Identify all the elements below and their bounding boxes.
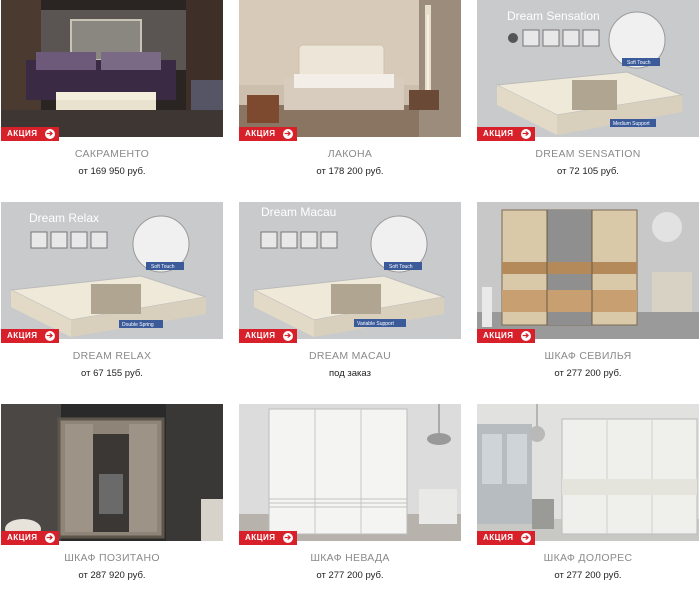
product-price: от 169 950 руб. <box>78 166 146 177</box>
product-price: от 67 155 руб. <box>81 368 143 379</box>
product-price: от 277 200 руб. <box>554 368 622 379</box>
svg-text:Double Spring: Double Spring <box>122 322 154 328</box>
arrow-right-icon: ➔ <box>45 129 55 139</box>
product-price: от 277 200 руб. <box>316 570 384 581</box>
bedroom-photo <box>1 0 223 137</box>
product-image[interactable] <box>1 0 223 137</box>
promo-badge[interactable]: АКЦИЯ ➔ <box>477 127 535 141</box>
product-card-pozitano[interactable]: АКЦИЯ ➔ ШКАФ ПОЗИТАНО от 287 920 руб. <box>1 404 223 598</box>
image-title: Dream Sensation <box>507 9 600 23</box>
product-name[interactable]: ШКАФ НЕВАДА <box>239 552 461 564</box>
product-card-dolores[interactable]: АКЦИЯ ➔ ШКАФ ДОЛОРЕС от 277 200 руб. <box>477 404 699 598</box>
product-image[interactable] <box>1 404 223 541</box>
product-image[interactable] <box>239 404 461 541</box>
wardrobe-photo <box>1 404 223 541</box>
arrow-right-icon: ➔ <box>521 129 531 139</box>
product-card-sevilya[interactable]: АКЦИЯ ➔ ШКАФ СЕВИЛЬЯ от 277 200 руб. <box>477 202 699 396</box>
arrow-right-icon: ➔ <box>45 533 55 543</box>
promo-badge[interactable]: АКЦИЯ ➔ <box>239 127 297 141</box>
product-card-nevada[interactable]: АКЦИЯ ➔ ШКАФ НЕВАДА от 277 200 руб. <box>239 404 461 598</box>
product-image[interactable] <box>477 404 699 541</box>
product-name[interactable]: ЛАКОНА <box>239 148 461 160</box>
product-name[interactable]: ШКАФ ПОЗИТАНО <box>1 552 223 564</box>
arrow-right-icon: ➔ <box>521 331 531 341</box>
product-name[interactable]: DREAM RELAX <box>1 350 223 362</box>
product-price: от 287 920 руб. <box>78 570 146 581</box>
wardrobe-photo <box>477 202 699 339</box>
arrow-right-icon: ➔ <box>521 533 531 543</box>
product-card-dream-relax[interactable]: Dream Relax Soft Touch Double Spring АКЦ… <box>1 202 223 396</box>
product-image[interactable] <box>239 0 461 137</box>
promo-badge[interactable]: АКЦИЯ ➔ <box>239 531 297 545</box>
product-price: от 277 200 руб. <box>554 570 622 581</box>
promo-badge[interactable]: АКЦИЯ ➔ <box>239 329 297 343</box>
mattress-diagram: Dream Sensation Soft Touch Medium Suppor… <box>477 0 699 137</box>
product-name[interactable]: ШКАФ СЕВИЛЬЯ <box>477 350 699 362</box>
image-title: Dream Relax <box>29 211 99 225</box>
svg-text:Medium Support: Medium Support <box>613 121 650 127</box>
product-card-dream-macau[interactable]: Dream Macau Soft Touch Variable Support … <box>239 202 461 396</box>
product-image[interactable]: Dream Macau Soft Touch Variable Support <box>239 202 461 339</box>
product-image[interactable]: Dream Relax Soft Touch Double Spring <box>1 202 223 339</box>
mattress-diagram: Dream Relax Soft Touch Double Spring <box>1 202 223 339</box>
product-image[interactable] <box>477 202 699 339</box>
product-card-lakona[interactable]: АКЦИЯ ➔ ЛАКОНА от 178 200 руб. <box>239 0 461 194</box>
arrow-right-icon: ➔ <box>45 331 55 341</box>
product-name[interactable]: DREAM SENSATION <box>477 148 699 160</box>
product-name[interactable]: САКРАМЕНТО <box>1 148 223 160</box>
svg-text:Soft Touch: Soft Touch <box>151 264 175 270</box>
product-name[interactable]: DREAM MACAU <box>239 350 461 362</box>
product-price: под заказ <box>329 368 371 379</box>
wardrobe-photo <box>239 404 461 541</box>
mattress-diagram: Dream Macau Soft Touch Variable Support <box>239 202 461 339</box>
product-price: от 72 105 руб. <box>557 166 619 177</box>
product-card-sacramento[interactable]: АКЦИЯ ➔ САКРАМЕНТО от 169 950 руб. <box>1 0 223 194</box>
bedroom-photo <box>239 0 461 137</box>
wardrobe-photo <box>477 404 699 541</box>
product-card-dream-sensation[interactable]: Dream Sensation Soft Touch Medium Suppor… <box>477 0 699 194</box>
promo-badge[interactable]: АКЦИЯ ➔ <box>1 127 59 141</box>
promo-badge[interactable]: АКЦИЯ ➔ <box>1 531 59 545</box>
product-price: от 178 200 руб. <box>316 166 384 177</box>
promo-badge[interactable]: АКЦИЯ ➔ <box>1 329 59 343</box>
arrow-right-icon: ➔ <box>283 533 293 543</box>
svg-text:Variable Support: Variable Support <box>357 321 394 327</box>
product-name[interactable]: ШКАФ ДОЛОРЕС <box>477 552 699 564</box>
arrow-right-icon: ➔ <box>283 331 293 341</box>
product-image[interactable]: Dream Sensation Soft Touch Medium Suppor… <box>477 0 699 137</box>
svg-text:Soft Touch: Soft Touch <box>627 60 651 66</box>
svg-text:Soft Touch: Soft Touch <box>389 264 413 270</box>
arrow-right-icon: ➔ <box>283 129 293 139</box>
promo-badge[interactable]: АКЦИЯ ➔ <box>477 531 535 545</box>
promo-badge[interactable]: АКЦИЯ ➔ <box>477 329 535 343</box>
image-title: Dream Macau <box>261 205 336 219</box>
